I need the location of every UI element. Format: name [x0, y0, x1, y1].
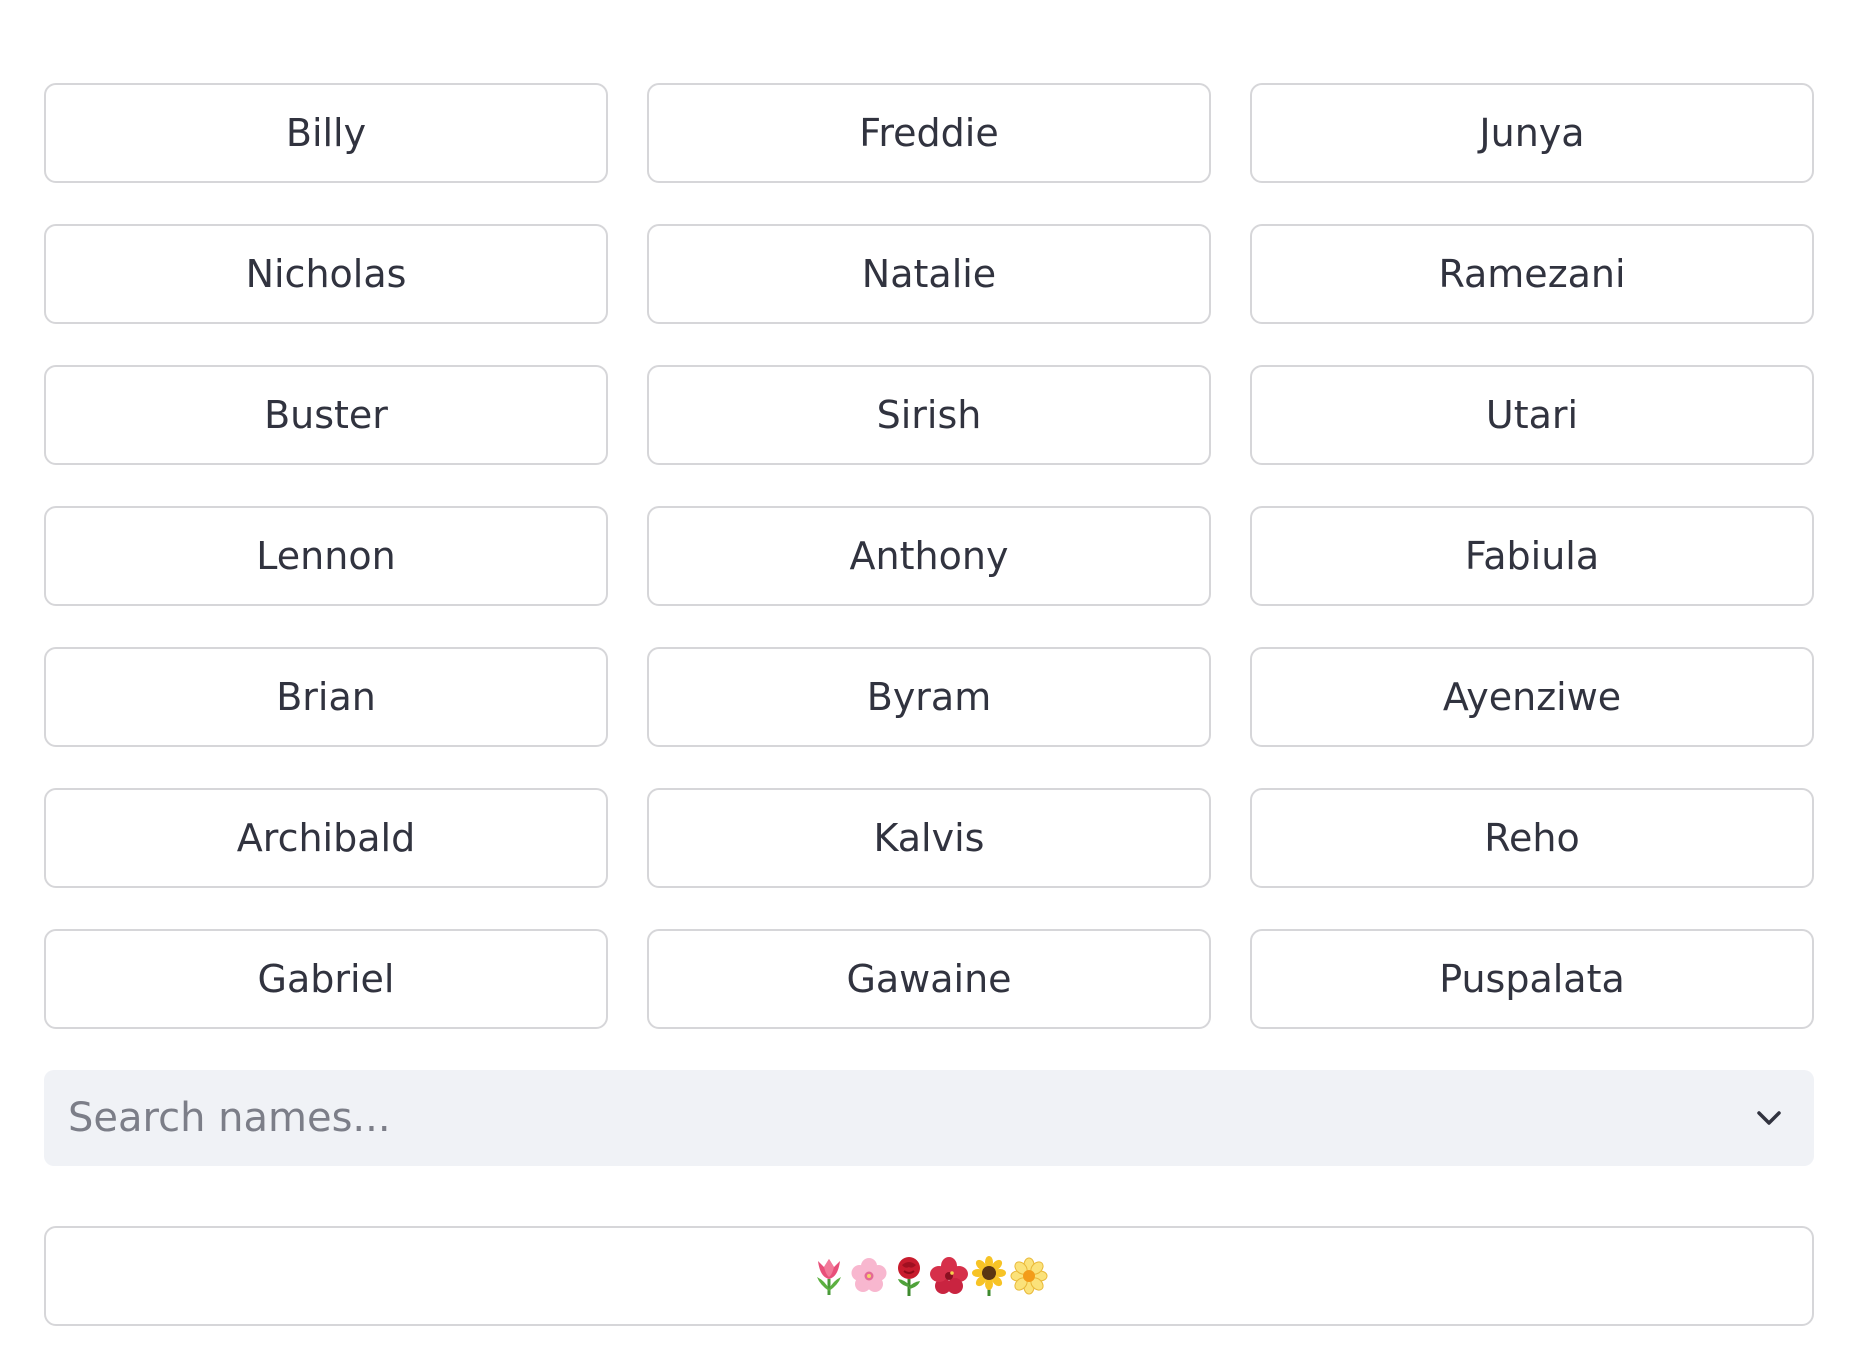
name-button-brian[interactable]: Brian	[44, 647, 608, 747]
name-button-natalie[interactable]: Natalie	[647, 224, 1211, 324]
name-button-sirish[interactable]: Sirish	[647, 365, 1211, 465]
name-button-kalvis[interactable]: Kalvis	[647, 788, 1211, 888]
name-button-gawaine[interactable]: Gawaine	[647, 929, 1211, 1029]
name-button-anthony[interactable]: Anthony	[647, 506, 1211, 606]
hibiscus-icon	[930, 1255, 968, 1297]
name-button-gabriel[interactable]: Gabriel	[44, 929, 608, 1029]
name-button-archibald[interactable]: Archibald	[44, 788, 608, 888]
name-button-utari[interactable]: Utari	[1250, 365, 1814, 465]
cherry-blossom-icon	[850, 1255, 888, 1297]
name-button-nicholas[interactable]: Nicholas	[44, 224, 608, 324]
app-container: Billy Freddie Junya Nicholas Natalie Ram…	[44, 83, 1814, 1326]
search-names-select[interactable]: Search names...	[44, 1070, 1814, 1166]
name-button-lennon[interactable]: Lennon	[44, 506, 608, 606]
blossom-icon	[1010, 1255, 1048, 1297]
chevron-down-icon[interactable]	[1752, 1101, 1786, 1135]
name-button-puspalata[interactable]: Puspalata	[1250, 929, 1814, 1029]
name-button-grid: Billy Freddie Junya Nicholas Natalie Ram…	[44, 83, 1814, 1029]
name-button-freddie[interactable]: Freddie	[647, 83, 1211, 183]
name-button-buster[interactable]: Buster	[44, 365, 608, 465]
name-button-junya[interactable]: Junya	[1250, 83, 1814, 183]
name-button-billy[interactable]: Billy	[44, 83, 608, 183]
name-button-fabiula[interactable]: Fabiula	[1250, 506, 1814, 606]
name-button-ayenziwe[interactable]: Ayenziwe	[1250, 647, 1814, 747]
name-button-reho[interactable]: Reho	[1250, 788, 1814, 888]
flower-button[interactable]	[44, 1226, 1814, 1326]
sunflower-icon	[970, 1255, 1008, 1297]
name-button-ramezani[interactable]: Ramezani	[1250, 224, 1814, 324]
tulip-icon	[810, 1255, 848, 1297]
search-placeholder: Search names...	[68, 1095, 391, 1141]
rose-icon	[890, 1255, 928, 1297]
name-button-byram[interactable]: Byram	[647, 647, 1211, 747]
